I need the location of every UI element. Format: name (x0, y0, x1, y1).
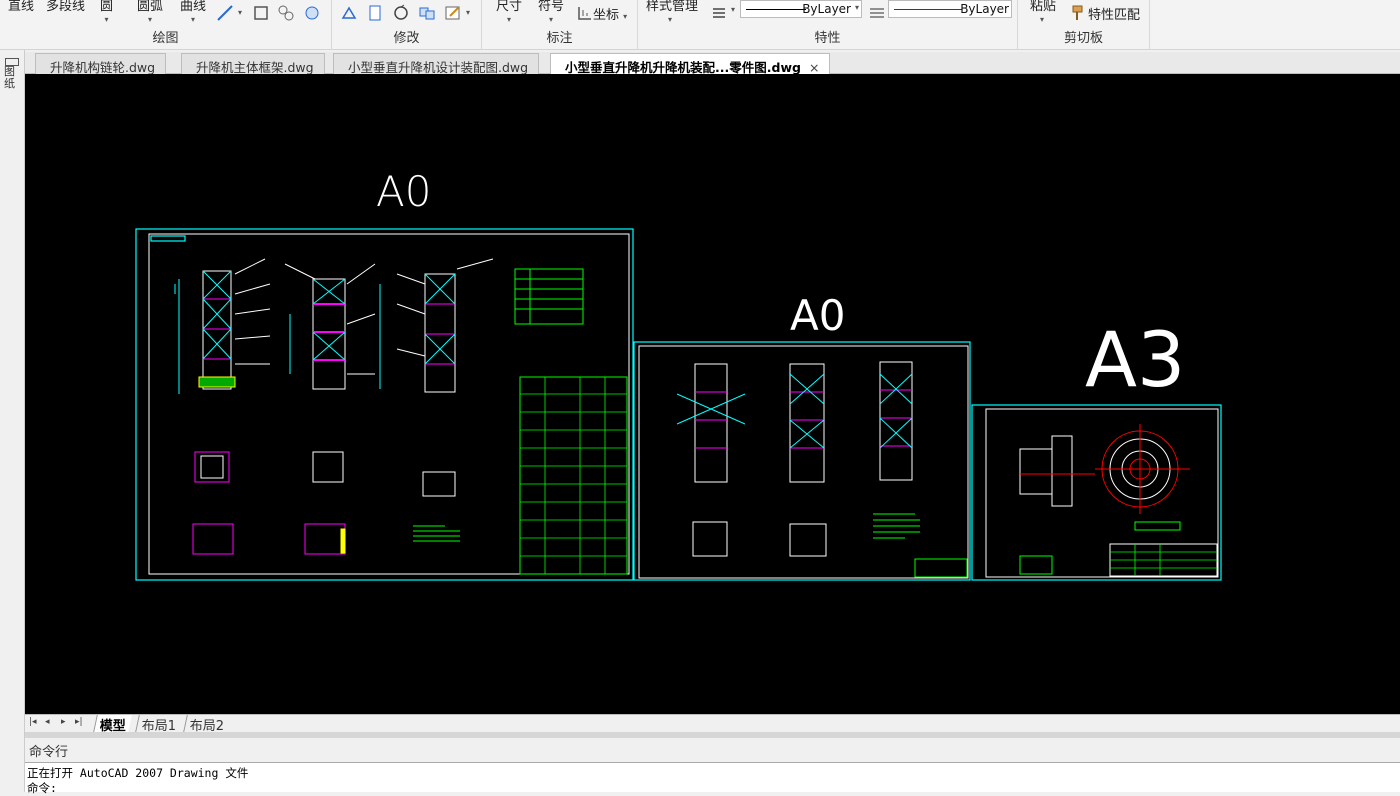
drawing-svg: A0 A0 A3 (135, 167, 1222, 581)
line-dropdown-caret[interactable]: ▾ (238, 8, 242, 17)
paste-tool[interactable]: 粘贴 ▾ (1030, 0, 1056, 24)
layout-tab-layout2[interactable]: 布局2 (183, 715, 231, 734)
circle-tool[interactable]: 圆 ▾ (100, 0, 113, 24)
sheet-3-frame[interactable] (971, 404, 1222, 581)
construction-line-icon[interactable] (216, 4, 234, 22)
rotate-icon[interactable] (392, 4, 410, 22)
color-value: ByLayer (960, 2, 1009, 16)
layout-tab-layout1[interactable]: 布局1 (135, 715, 183, 734)
command-prompt[interactable]: 命令: (27, 780, 57, 796)
polyline-tool[interactable]: 多段线 (46, 0, 85, 14)
modify-panel-title: 修改 (393, 31, 420, 46)
modify-dropdown-caret[interactable]: ▾ (466, 8, 470, 17)
layout-tab-model[interactable]: 模型 (93, 715, 132, 734)
sheet-3-drawings (1019, 424, 1218, 577)
coordinate-icon (576, 4, 591, 22)
properties-panel-title: 特性 (814, 31, 841, 46)
doc-tab-4-active[interactable]: 小型垂直升降机升降机装配...零件图.dwg × (550, 53, 831, 75)
document-tab-bar: 升降机构链轮.dwg 升降机主体框架.dwg 小型垂直升降机设计装配图.dwg … (25, 52, 1400, 75)
sheet-strip-label[interactable]: 图纸 (4, 66, 18, 90)
ribbon: 直线 多段线 圆 ▾ 圆弧 ▾ 曲线 ▾ ▾ 绘图 ▾ 修改 尺寸 ▾ 符号 ▾… (0, 0, 1400, 50)
drawing-canvas[interactable]: A0 A0 A3 (25, 74, 1400, 714)
left-sheet-strip: 图纸 (0, 50, 25, 792)
doc-tab-2[interactable]: 升降机主体框架.dwg (181, 53, 325, 75)
color-preview (894, 9, 962, 10)
doc-tab-1[interactable]: 升降机构链轮.dwg (35, 53, 167, 75)
layout-tab-bar: |◂ ◂ ▸ ▸| 模型 布局1 布局2 (25, 714, 1400, 734)
chevron-down-icon: ▾ (854, 3, 859, 12)
sheet-3-size-label: A3 (1085, 315, 1185, 404)
rectangle-icon[interactable] (252, 4, 270, 22)
command-window-titlebar: 命令行 (25, 738, 1400, 762)
clipboard-panel: 粘贴 ▾ 特性匹配 剪切板 (1018, 0, 1150, 50)
list-icon[interactable] (710, 4, 726, 22)
copy-icon[interactable] (366, 4, 384, 22)
annotate-panel: 尺寸 ▾ 符号 ▾ 坐标 ▾ 标注 (482, 0, 638, 50)
draw-panel: 直线 多段线 圆 ▾ 圆弧 ▾ 曲线 ▾ ▾ 绘图 (0, 0, 332, 50)
hatch-icon[interactable] (277, 4, 295, 22)
sheet-2-frame[interactable] (633, 341, 971, 581)
doc-tab-3[interactable]: 小型垂直升降机设计装配图.dwg (333, 53, 540, 75)
draw-panel-title: 绘图 (152, 31, 179, 46)
first-layout-icon[interactable]: |◂ (29, 717, 37, 727)
region-icon[interactable] (303, 4, 321, 22)
next-layout-icon[interactable]: ▸ (61, 717, 66, 727)
sheet-1-size-label: A0 (376, 167, 431, 216)
linetype-select[interactable]: ByLayer ▾ (740, 0, 862, 18)
symbol-tool[interactable]: 符号 ▾ (538, 0, 564, 24)
sheet-1-frame[interactable] (135, 228, 634, 581)
modify-panel: ▾ 修改 (332, 0, 482, 50)
command-window[interactable]: 正在打开 AutoCAD 2007 Drawing 文件 命令: (25, 762, 1400, 795)
style-manager-tool[interactable]: 样式管理 ▾ (646, 0, 698, 24)
last-layout-icon[interactable]: ▸| (75, 717, 83, 727)
match-properties-button[interactable]: 特性匹配 (1088, 4, 1140, 23)
arc-tool[interactable]: 圆弧 ▾ (137, 0, 163, 24)
properties-panel: 样式管理 ▾ ▾ ByLayer ▾ ByLayer 特性 (638, 0, 1018, 50)
command-window-title: 命令行 (29, 745, 69, 760)
command-history-line: 正在打开 AutoCAD 2007 Drawing 文件 (27, 766, 249, 780)
list-dropdown-caret[interactable]: ▾ (731, 5, 735, 14)
stretch-icon[interactable] (340, 4, 358, 22)
sheet-2-size-label: A0 (790, 291, 845, 340)
sheet-1-drawings (174, 258, 628, 575)
line-tool[interactable]: 直线 (8, 0, 34, 14)
edit-icon[interactable] (444, 4, 462, 22)
close-icon[interactable]: × (809, 60, 819, 75)
prev-layout-icon[interactable]: ◂ (45, 717, 50, 727)
coordinate-tool[interactable]: 坐标 ▾ (593, 4, 627, 23)
lineweight-icon[interactable] (868, 4, 884, 22)
sheet-2-drawings (676, 361, 968, 578)
clipboard-panel-title: 剪切板 (1063, 31, 1103, 46)
match-properties-icon[interactable] (1070, 4, 1088, 22)
annotate-panel-title: 标注 (546, 31, 573, 46)
linetype-value: ByLayer (802, 2, 851, 16)
array-icon[interactable] (418, 4, 436, 22)
curve-tool[interactable]: 曲线 ▾ (180, 0, 206, 24)
dimension-tool[interactable]: 尺寸 ▾ (496, 0, 522, 24)
linetype-preview (746, 9, 806, 10)
color-select[interactable]: ByLayer (888, 0, 1012, 18)
